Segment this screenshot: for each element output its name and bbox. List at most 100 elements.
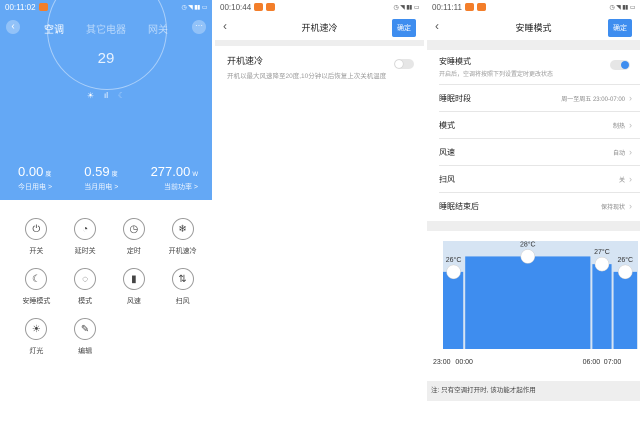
chart-x-tick: 07:00 xyxy=(604,359,622,366)
footnote: 注: 只有空调打开时, 该功能才起作用 xyxy=(427,381,640,401)
chart-bar[interactable] xyxy=(613,271,637,349)
control-label: 编辑 xyxy=(78,348,93,355)
signal-icon: ▮▮ xyxy=(622,4,628,11)
wifi-icon: ◥ xyxy=(400,4,405,11)
quick-cool-toggle[interactable] xyxy=(394,59,414,69)
chevron-right-icon: › xyxy=(629,147,632,157)
status-time: 00:11:11 xyxy=(432,2,462,12)
back-icon[interactable]: ‹ xyxy=(6,20,20,34)
chart-bar[interactable] xyxy=(443,271,464,349)
chart-drag-handle[interactable] xyxy=(618,264,633,280)
fan-speed-icon: ▮ xyxy=(122,268,145,290)
stat-unit: 度 xyxy=(45,172,52,178)
chart-value-label: 26°C xyxy=(617,256,633,264)
control-power[interactable]: ⏻ 开关 xyxy=(12,218,61,256)
back-icon[interactable]: ‹ xyxy=(223,19,227,33)
bulb-icon: ☀ xyxy=(25,318,48,340)
signal-icon: ▮▮ xyxy=(406,4,412,11)
stat-label: 当月用电 > xyxy=(84,184,119,191)
swing-icon: ⇅ xyxy=(171,268,194,290)
confirm-button[interactable]: 确定 xyxy=(608,19,632,37)
mode-icon: ◌ xyxy=(74,268,97,290)
chart-drag-handle[interactable] xyxy=(446,264,461,280)
status-time: 00:10:44 xyxy=(220,2,252,12)
setting-row[interactable]: 睡眠结束后 保持现状 › xyxy=(439,192,640,219)
control-label: 灯光 xyxy=(29,348,44,355)
setting-key: 睡眠结束后 xyxy=(439,201,479,211)
chevron-right-icon: › xyxy=(629,201,632,211)
stat-unit: 度 xyxy=(111,172,118,178)
setting-key: 扫风 xyxy=(439,174,455,184)
toggle-knob xyxy=(621,61,629,69)
setting-value: 周一至周五 23:00-07:00 xyxy=(561,96,625,103)
edit-icon: ✎ xyxy=(74,318,97,340)
page-title: 开机速冷 xyxy=(301,22,338,33)
energy-stats: 0.00 度 今日用电 > 0.59 度 当月用电 > 277.00 W 当前功率 > xyxy=(0,164,212,192)
moon-icon: ☾ xyxy=(25,268,48,290)
mode-indicators: ☀ ıl ☾ xyxy=(0,91,212,100)
control-moon[interactable]: ☾ 安睡模式 xyxy=(12,268,61,306)
stat-today[interactable]: 0.00 度 今日用电 > xyxy=(18,164,52,192)
page-title: 安睡模式 xyxy=(515,22,552,33)
control-snowflake[interactable]: ❄ 开机速冷 xyxy=(158,218,207,256)
divider xyxy=(427,221,640,231)
setting-row[interactable]: 睡眠时段 周一至周五 23:00-07:00 › xyxy=(439,84,640,111)
temperature-dial[interactable] xyxy=(47,0,167,90)
control-edit[interactable]: ✎ 编辑 xyxy=(61,318,110,356)
notification-icon xyxy=(464,3,474,11)
control-delay-off[interactable]: ◔ 延时关 xyxy=(61,218,110,256)
more-icon[interactable]: ··· xyxy=(192,20,206,34)
control-label: 模式 xyxy=(78,298,93,305)
chart-x-tick: 06:00 xyxy=(583,359,601,366)
timer-icon: ◷ xyxy=(122,218,145,240)
stat-month[interactable]: 0.59 度 当月用电 > xyxy=(84,164,118,192)
sleep-mode-toggle[interactable] xyxy=(610,60,630,70)
battery-icon: ▭ xyxy=(629,4,636,11)
sun-icon: ☀ xyxy=(86,91,94,100)
chart-svg: 26°C 23:00 28°C 00:00 27°C 06:00 26°C 07:00 xyxy=(433,240,638,366)
alarm-icon: ◷ xyxy=(609,4,615,11)
stat-label: 当前功率 > xyxy=(163,184,198,191)
setting-value: 制热 xyxy=(612,123,625,130)
stat-value: 0.59 xyxy=(84,164,110,179)
control-swing[interactable]: ⇅ 扫风 xyxy=(158,268,207,306)
control-mode[interactable]: ◌ 模式 xyxy=(61,268,110,306)
chart-x-tick: 00:00 xyxy=(455,359,473,366)
signal-icon: ▮▮ xyxy=(194,4,200,11)
setting-description: 开机以最大风速降至20度,10分钟以后恢复上次关机温度 xyxy=(227,73,387,80)
setting-value: 保持现状 xyxy=(600,204,625,211)
chevron-right-icon: › xyxy=(629,93,632,103)
chart-drag-handle[interactable] xyxy=(594,256,610,272)
control-label: 开机速冷 xyxy=(168,248,197,255)
setting-row[interactable]: 风速 自动 › xyxy=(439,138,640,165)
setting-row[interactable]: 模式 制热 › xyxy=(439,111,640,138)
status-bar: 00:11:11 ◷ ◥ ▮▮ ▭ xyxy=(427,0,640,14)
setting-title: 安睡模式 xyxy=(439,57,471,66)
temperature-readout: 29 xyxy=(97,50,115,67)
battery-icon: ▭ xyxy=(201,4,208,11)
alarm-icon: ◷ xyxy=(181,4,187,11)
alarm-icon: ◷ xyxy=(393,4,399,11)
chart-drag-handle[interactable] xyxy=(520,249,536,264)
control-fan-speed[interactable]: ▮ 风速 xyxy=(110,268,159,306)
control-bulb[interactable]: ☀ 灯光 xyxy=(12,318,61,356)
sleep-mode-setting: 安睡模式 开启后，空调将按照下列设置定时更改状态 xyxy=(427,50,640,84)
setting-row[interactable]: 扫风 关 › xyxy=(439,165,640,192)
setting-description: 开启后，空调将按照下列设置定时更改状态 xyxy=(439,72,554,78)
control-timer[interactable]: ◷ 定时 xyxy=(110,218,159,256)
back-icon[interactable]: ‹ xyxy=(435,19,439,33)
stat-power[interactable]: 277.00 W 当前功率 > xyxy=(151,164,198,192)
crescent-icon: ☾ xyxy=(118,91,126,100)
confirm-button[interactable]: 确定 xyxy=(392,19,416,37)
wifi-icon: ◥ xyxy=(616,4,621,11)
sleep-temperature-chart: 26°C 23:00 28°C 00:00 27°C 06:00 26°C 07:00 xyxy=(427,231,640,371)
toggle-knob xyxy=(395,60,403,68)
setting-value: 关 xyxy=(618,177,625,184)
divider xyxy=(427,40,640,50)
chart-bar[interactable] xyxy=(592,264,612,349)
chart-bar[interactable] xyxy=(465,256,591,349)
status-icons: ◷ ◥ ▮▮ ▭ xyxy=(609,4,635,11)
status-icons: ◷ ◥ ▮▮ ▭ xyxy=(181,4,207,11)
stat-label: 今日用电 > xyxy=(18,184,53,191)
notification-icon xyxy=(476,3,486,11)
